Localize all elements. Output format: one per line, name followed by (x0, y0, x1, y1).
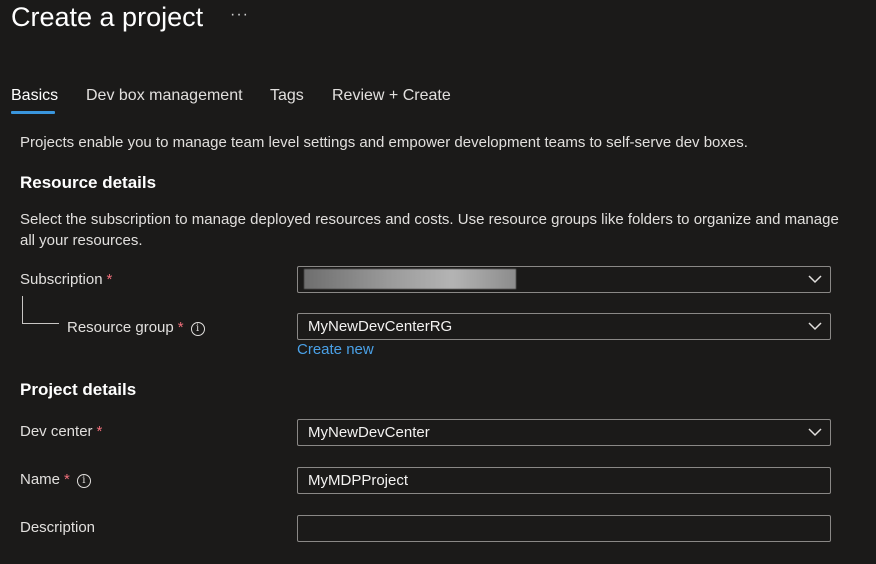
more-icon[interactable]: ··· (230, 6, 249, 24)
redacted-subscription-value (304, 269, 516, 289)
resource-group-label-text: Resource group (67, 319, 174, 336)
dev-center-dropdown[interactable]: MyNewDevCenter (297, 419, 831, 446)
resource-details-heading: Resource details (20, 173, 157, 192)
tab-dev-box-management[interactable]: Dev box management (86, 86, 243, 116)
active-tab-indicator (11, 111, 55, 114)
subscription-dropdown[interactable] (297, 266, 831, 293)
subscription-label: Subscription * (20, 271, 112, 288)
name-label: Name * i (20, 471, 91, 488)
required-marker: * (64, 471, 70, 488)
description-input[interactable] (297, 515, 831, 542)
resource-group-dropdown[interactable]: MyNewDevCenterRG (297, 313, 831, 340)
name-input[interactable]: MyMDPProject (297, 467, 831, 494)
name-label-text: Name (20, 471, 61, 488)
tab-bar: Basics Dev box management Tags Review + … (0, 86, 876, 118)
required-marker: * (96, 423, 103, 440)
chevron-down-icon[interactable] (808, 321, 822, 331)
page-title: Create a project (11, 2, 204, 32)
dev-center-label-text: Dev center (20, 423, 93, 440)
dev-center-value: MyNewDevCenter (308, 424, 430, 441)
info-icon[interactable]: i (190, 322, 205, 336)
project-details-heading: Project details (20, 380, 137, 399)
description-label: Description (20, 519, 96, 536)
subscription-label-text: Subscription (20, 271, 103, 288)
name-value: MyMDPProject (308, 472, 409, 489)
intro-text: Projects enable you to manage team level… (20, 134, 748, 151)
tab-tags[interactable]: Tags (270, 86, 304, 116)
resource-details-description: Select the subscription to manage deploy… (20, 211, 839, 249)
tree-connector-vertical (22, 296, 23, 323)
required-marker: * (106, 271, 113, 288)
tree-connector-horizontal (22, 323, 59, 324)
dev-center-label: Dev center * (20, 423, 102, 440)
tab-review-create[interactable]: Review + Create (332, 86, 451, 116)
resource-group-value: MyNewDevCenterRG (308, 318, 453, 335)
chevron-down-icon[interactable] (808, 274, 822, 284)
create-new-link[interactable]: Create new (297, 341, 374, 358)
info-icon[interactable]: i (76, 474, 91, 488)
chevron-down-icon[interactable] (808, 427, 822, 437)
required-marker: * (177, 319, 184, 336)
resource-group-label: Resource group * i (67, 319, 205, 336)
